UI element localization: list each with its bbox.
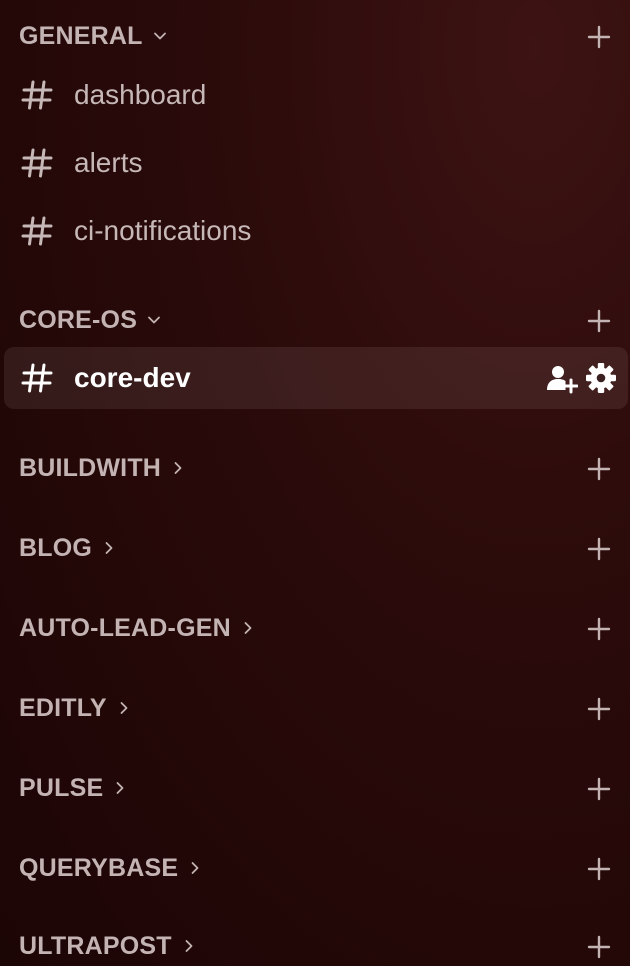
chevron-right-icon bbox=[185, 940, 193, 952]
channel-item-ci-notifications[interactable]: ci-notifications bbox=[4, 200, 628, 262]
category-header[interactable]: EDITLY bbox=[19, 688, 131, 728]
category-label: CORE-OS bbox=[19, 306, 138, 334]
category-editly[interactable]: EDITLY bbox=[0, 688, 630, 728]
category-label: ULTRAPOST bbox=[19, 932, 172, 960]
add-channel-icon[interactable] bbox=[586, 776, 612, 802]
chevron-right-icon bbox=[174, 462, 182, 474]
category-label: GENERAL bbox=[19, 22, 143, 50]
category-header[interactable]: PULSE bbox=[19, 768, 127, 808]
channel-item-alerts[interactable]: alerts bbox=[4, 132, 628, 194]
category-header[interactable]: GENERAL bbox=[19, 16, 167, 56]
channel-item-core-dev[interactable]: core-dev bbox=[4, 347, 628, 409]
add-channel-icon[interactable] bbox=[586, 308, 612, 334]
category-header[interactable]: ULTRAPOST bbox=[19, 926, 196, 966]
category-label: QUERYBASE bbox=[19, 854, 179, 882]
add-channel-icon[interactable] bbox=[586, 616, 612, 642]
hash-icon bbox=[21, 216, 53, 246]
category-label: PULSE bbox=[19, 774, 104, 802]
hash-icon bbox=[21, 148, 53, 178]
chevron-right-icon bbox=[116, 782, 124, 794]
channel-sidebar: GENERAL dashboard alerts ci-notification… bbox=[0, 0, 630, 966]
chevron-right-icon bbox=[244, 622, 252, 634]
category-auto-lead-gen[interactable]: AUTO-LEAD-GEN bbox=[0, 608, 630, 648]
add-channel-icon[interactable] bbox=[586, 856, 612, 882]
category-buildwith[interactable]: BUILDWITH bbox=[0, 448, 630, 488]
category-header[interactable]: BLOG bbox=[19, 528, 116, 568]
chevron-down-icon bbox=[153, 32, 166, 40]
add-channel-icon[interactable] bbox=[586, 24, 612, 50]
add-channel-icon[interactable] bbox=[586, 536, 612, 562]
channel-label: alerts bbox=[74, 147, 143, 178]
category-label: EDITLY bbox=[19, 694, 107, 722]
chevron-right-icon bbox=[105, 542, 113, 554]
gear-icon[interactable] bbox=[584, 361, 618, 395]
category-general[interactable]: GENERAL bbox=[0, 16, 630, 56]
add-channel-icon[interactable] bbox=[586, 934, 612, 960]
category-header[interactable]: CORE-OS bbox=[19, 300, 161, 340]
hash-icon bbox=[21, 80, 53, 110]
category-header[interactable]: BUILDWITH bbox=[19, 448, 185, 488]
chevron-right-icon bbox=[120, 702, 128, 714]
category-header[interactable]: QUERYBASE bbox=[19, 848, 202, 888]
category-header[interactable]: AUTO-LEAD-GEN bbox=[19, 608, 255, 648]
category-blog[interactable]: BLOG bbox=[0, 528, 630, 568]
chevron-right-icon bbox=[191, 862, 199, 874]
category-label: BUILDWITH bbox=[19, 454, 162, 482]
category-ultrapost[interactable]: ULTRAPOST bbox=[0, 926, 630, 966]
channel-label: dashboard bbox=[74, 79, 207, 110]
add-channel-icon[interactable] bbox=[586, 456, 612, 482]
chevron-down-icon bbox=[148, 316, 160, 324]
hash-icon bbox=[21, 363, 53, 393]
channel-item-dashboard[interactable]: dashboard bbox=[4, 64, 628, 126]
category-querybase[interactable]: QUERYBASE bbox=[0, 848, 630, 888]
category-label: BLOG bbox=[19, 534, 93, 562]
channel-label: core-dev bbox=[74, 362, 191, 393]
category-core-os[interactable]: CORE-OS bbox=[0, 300, 630, 340]
category-label: AUTO-LEAD-GEN bbox=[19, 614, 231, 642]
add-member-icon[interactable] bbox=[544, 361, 578, 395]
channel-label: ci-notifications bbox=[74, 215, 252, 246]
category-pulse[interactable]: PULSE bbox=[0, 768, 630, 808]
add-channel-icon[interactable] bbox=[586, 696, 612, 722]
